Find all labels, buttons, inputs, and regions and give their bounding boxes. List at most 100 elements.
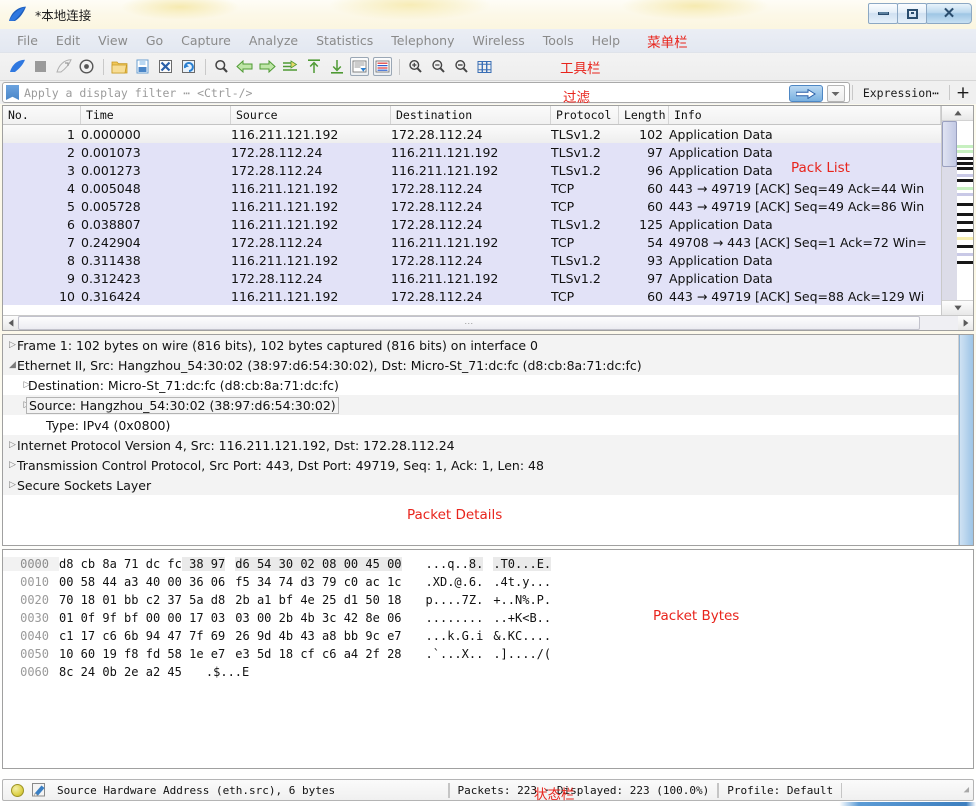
packet-list-row[interactable]: 10 0.316424 116.211.121.192 172.28.112.24 TC… — [3, 287, 941, 305]
capture-file-properties-icon[interactable] — [32, 783, 47, 797]
packet-bytes-row[interactable]: 0020 70 18 01 bb c2 37 5a d8 2b a1 bf 4e 2… — [3, 591, 973, 609]
hscroll-left-arrow-icon[interactable] — [3, 316, 18, 330]
restart-capture-icon[interactable] — [54, 57, 73, 76]
column-header-protocol[interactable]: Protocol — [551, 106, 619, 124]
column-header-source[interactable]: Source — [231, 106, 391, 124]
column-header-time[interactable]: Time — [81, 106, 231, 124]
scroll-down-arrow-icon[interactable] — [942, 300, 973, 315]
packet-list-row[interactable]: 7 0.242904 172.28.112.24 116.211.121.192 TCP… — [3, 233, 941, 251]
apply-filter-button[interactable] — [788, 85, 823, 102]
chevron-right-icon[interactable]: ▷ — [3, 380, 31, 390]
packet-list-scrollbar[interactable] — [941, 106, 973, 315]
packet-details-row[interactable]: ◢ Ethernet II, Src: Hangzhou_54:30:02 (38… — [3, 355, 958, 375]
start-capture-icon[interactable] — [8, 57, 27, 76]
go-to-packet-icon[interactable] — [281, 57, 300, 76]
filter-bookmark-icon[interactable] — [6, 85, 19, 100]
close-button[interactable]: ✕ — [926, 3, 972, 24]
menu-item-go[interactable]: Go — [137, 31, 172, 50]
go-last-packet-icon[interactable] — [327, 57, 346, 76]
packet-list-scroll-thumb-column[interactable] — [942, 121, 957, 300]
maximize-button[interactable] — [897, 3, 927, 24]
packet-list-row[interactable]: 1 0.000000 116.211.121.192 172.28.112.24 TLS… — [3, 125, 941, 143]
add-filter-button[interactable]: + — [952, 82, 974, 103]
zoom-reset-icon[interactable] — [452, 57, 471, 76]
menu-item-wireless[interactable]: Wireless — [463, 31, 533, 50]
go-first-packet-icon[interactable] — [304, 57, 323, 76]
menu-item-edit[interactable]: Edit — [47, 31, 89, 50]
packet-bytes-row[interactable]: 0010 00 58 44 a3 40 00 36 06 f5 34 74 d3 7… — [3, 573, 973, 591]
chevron-right-icon[interactable]: ▷ — [3, 440, 16, 450]
column-header-no[interactable]: No. — [3, 106, 81, 124]
menu-item-analyze[interactable]: Analyze — [240, 31, 307, 50]
stop-capture-icon[interactable] — [31, 57, 50, 76]
chevron-down-icon[interactable]: ◢ — [3, 360, 16, 370]
menu-item-statistics[interactable]: Statistics — [307, 31, 382, 50]
open-file-icon[interactable] — [110, 57, 129, 76]
ascii-bytes: p....7Z. +..N%.P. — [425, 593, 552, 607]
chevron-right-icon[interactable]: ▷ — [3, 400, 31, 410]
save-file-icon[interactable] — [133, 57, 152, 76]
menu-item-telephony[interactable]: Telephony — [382, 31, 463, 50]
packet-details-row[interactable]: ▷ Secure Sockets Layer — [3, 475, 958, 495]
minimize-button[interactable] — [868, 3, 898, 24]
column-header-destination[interactable]: Destination — [391, 106, 551, 124]
capture-options-icon[interactable] — [77, 57, 96, 76]
filter-expression-button[interactable]: Expression⋯ — [855, 82, 947, 103]
packet-list-row[interactable]: 9 0.312423 172.28.112.24 116.211.121.192 TLS… — [3, 269, 941, 287]
resize-grip-icon[interactable]: ◢ — [964, 785, 969, 795]
packet-list-scroll-thumb[interactable] — [942, 121, 957, 167]
display-filter-input[interactable]: Apply a display filter ⋯ <Ctrl-/> 过滤 — [2, 82, 850, 106]
packet-list-row[interactable]: 4 0.005048 116.211.121.192 172.28.112.24 TCP… — [3, 179, 941, 197]
zoom-in-icon[interactable] — [406, 57, 425, 76]
status-field-text: Source Hardware Address (eth.src), 6 byt… — [57, 783, 336, 797]
packet-list-row[interactable]: 5 0.005728 116.211.121.192 172.28.112.24 TCP… — [3, 197, 941, 215]
expert-info-circle-icon[interactable] — [11, 783, 24, 797]
filterbar-separator-2 — [949, 85, 950, 100]
packet-list-scroll-track[interactable] — [942, 121, 973, 300]
packet-bytes-row[interactable]: 0050 10 60 19 f8 fd 58 1e e7 e3 5d 18 cf c… — [3, 645, 973, 663]
packet-list-hscroll-track[interactable]: ⋯ — [18, 316, 958, 330]
packet-list-hscrollbar[interactable]: ⋯ — [3, 315, 973, 330]
packet-details-row[interactable]: ▷ Internet Protocol Version 4, Src: 116.2… — [3, 435, 958, 455]
chevron-right-icon[interactable]: ▷ — [3, 340, 16, 350]
packet-details-row[interactable]: ▷ Transmission Control Protocol, Src Port… — [3, 455, 958, 475]
scroll-up-arrow-icon[interactable] — [942, 106, 973, 121]
find-packet-icon[interactable] — [212, 57, 231, 76]
go-back-icon[interactable] — [235, 57, 254, 76]
status-profile-text[interactable]: Profile: Default — [727, 784, 833, 797]
auto-scroll-icon[interactable] — [350, 57, 369, 76]
packet-bytes-row[interactable]: 0040 c1 17 c6 6b 94 47 7f 69 26 9d 4b 43 a… — [3, 627, 973, 645]
close-file-icon[interactable] — [156, 57, 175, 76]
resize-columns-icon[interactable] — [475, 57, 494, 76]
zoom-out-icon[interactable] — [429, 57, 448, 76]
packet-details-scrollbar[interactable] — [958, 335, 973, 545]
packet-bytes-row[interactable]: 0060 8c 24 0b 2e a2 45 .$...E — [3, 663, 973, 681]
packet-list-row[interactable]: 2 0.001073 172.28.112.24 116.211.121.192 TLS… — [3, 143, 941, 161]
packet-bytes-row[interactable]: 0000 d8 cb 8a 71 dc fc 38 97 d6 54 30 02 0… — [3, 555, 973, 573]
menu-item-file[interactable]: File — [8, 31, 47, 50]
filter-history-dropdown[interactable] — [826, 85, 845, 102]
colorize-icon[interactable] — [373, 57, 392, 76]
packet-list-row[interactable]: 6 0.038807 116.211.121.192 172.28.112.24 TLS… — [3, 215, 941, 233]
packet-details-row[interactable]: ▷ Destination: Micro-St_71:dc:fc (d8:cb:8… — [3, 375, 958, 395]
packet-list-hscroll-thumb[interactable]: ⋯ — [18, 316, 921, 330]
hex-bytes: 10 60 19 f8 fd 58 1e e7 e3 5d 18 cf c6 a4… — [59, 647, 402, 661]
packet-details-row[interactable]: ▷Source: Hangzhou_54:30:02 (38:97:d6:54:… — [3, 395, 958, 415]
hscroll-right-arrow-icon[interactable] — [958, 316, 973, 330]
menu-item-tools[interactable]: Tools — [534, 31, 583, 50]
chevron-right-icon[interactable]: ▷ — [3, 480, 16, 490]
packet-list-row[interactable]: 8 0.311438 116.211.121.192 172.28.112.24 TLS… — [3, 251, 941, 269]
column-header-info[interactable]: Info — [669, 106, 941, 124]
menu-item-capture[interactable]: Capture — [172, 31, 240, 50]
chevron-right-icon[interactable]: ▷ — [3, 460, 16, 470]
cell-source: 116.211.121.192 — [231, 216, 339, 232]
packet-bytes-row[interactable]: 0030 01 0f 9f bf 00 00 17 03 03 00 2b 4b 3… — [3, 609, 973, 627]
menu-item-help[interactable]: Help — [583, 31, 630, 50]
reload-file-icon[interactable] — [179, 57, 198, 76]
packet-details-row[interactable]: Type: IPv4 (0x0800) — [3, 415, 958, 435]
packet-details-row[interactable]: ▷ Frame 1: 102 bytes on wire (816 bits), … — [3, 335, 958, 355]
packet-details-scroll-thumb[interactable] — [959, 335, 973, 545]
column-header-length[interactable]: Length — [619, 106, 669, 124]
go-forward-icon[interactable] — [258, 57, 277, 76]
menu-item-view[interactable]: View — [89, 31, 137, 50]
